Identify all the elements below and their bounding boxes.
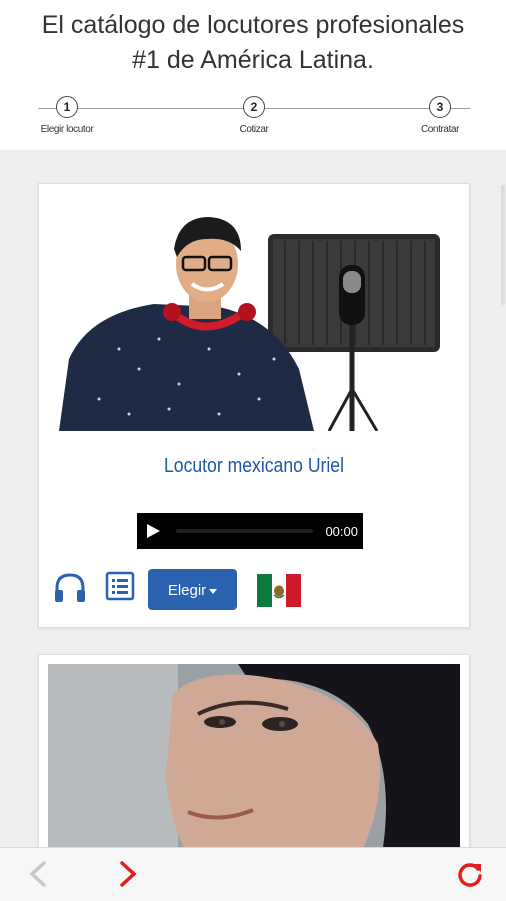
step-number: 3 (429, 96, 451, 118)
step-label: Contratar (420, 124, 460, 135)
audio-time: 00:00 (325, 524, 358, 539)
voice-card (38, 654, 470, 847)
card-actions: Elegir (39, 569, 469, 614)
tagline-line-1: El catálogo de locutores profesionales (41, 11, 465, 39)
step-number: 1 (56, 96, 78, 118)
chevron-right-icon[interactable] (114, 860, 142, 888)
scrollbar[interactable] (501, 185, 505, 305)
steps-progress: 1 Elegir locutor 2 Cotizar 3 Contratar (0, 96, 506, 146)
voice-photo (48, 664, 460, 847)
voice-name[interactable]: Locutor mexicano Uriel (65, 455, 443, 478)
voice-photo (59, 209, 449, 431)
step-label: Elegir locutor (40, 124, 94, 135)
audio-progress-track[interactable] (176, 529, 313, 533)
play-icon[interactable] (147, 524, 160, 538)
audio-player: 00:00 (137, 513, 363, 549)
tagline-line-2: #1 de América Latina. (132, 46, 374, 74)
voice-card: Locutor mexicano Uriel 00:00 Elegir (38, 183, 470, 628)
refresh-icon[interactable] (456, 860, 484, 888)
navigation-bar (0, 847, 506, 901)
step-3[interactable]: 3 Contratar (395, 96, 485, 135)
step-label: Cotizar (239, 124, 269, 135)
page-header: El catálogo de locutores profesionales #… (0, 0, 506, 150)
choose-button-label: Elegir (167, 582, 207, 599)
step-2[interactable]: 2 Cotizar (209, 96, 299, 135)
list-icon[interactable] (105, 571, 135, 601)
step-number: 2 (243, 96, 265, 118)
catalog-list[interactable]: Locutor mexicano Uriel 00:00 Elegir (0, 150, 506, 847)
step-1[interactable]: 1 Elegir locutor (22, 96, 112, 135)
headphones-icon[interactable] (53, 571, 87, 605)
page-tagline: El catálogo de locutores profesionales #… (0, 8, 506, 78)
mexico-flag-icon (257, 574, 301, 607)
choose-button[interactable]: Elegir (148, 569, 237, 610)
caret-down-icon (209, 588, 218, 594)
chevron-left-icon[interactable] (24, 860, 52, 888)
